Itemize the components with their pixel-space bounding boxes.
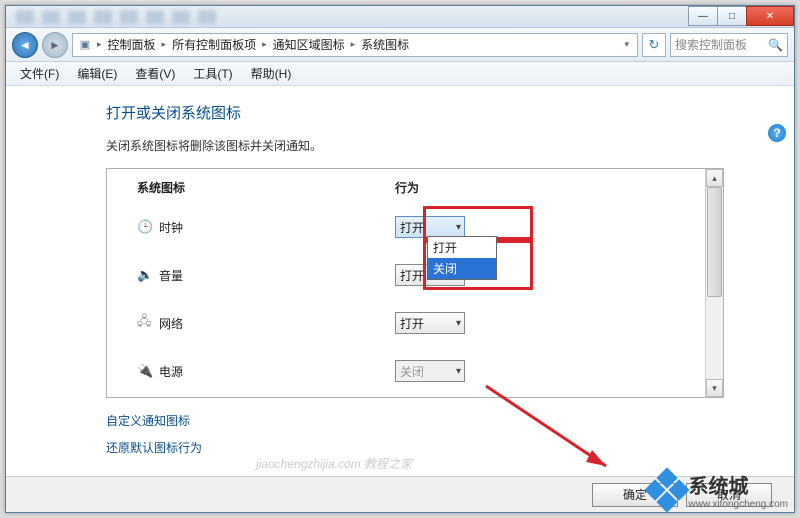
row-label: 网络 (159, 315, 395, 332)
crumb-sep-icon[interactable]: ▸ (160, 39, 169, 50)
content-area: ? 打开或关闭系统图标 关闭系统图标将删除该图标并关闭通知。 系统图标 行为 🕒… (6, 86, 794, 476)
row-label: 电源 (159, 363, 395, 380)
row-power: 🔌 电源 关闭 (137, 356, 705, 386)
watermark-url: www.xitongcheng.com (689, 499, 789, 510)
row-volume: 🔈 音量 打开 (137, 260, 705, 290)
header-behavior: 行为 (395, 179, 419, 196)
forward-button[interactable]: ► (42, 32, 68, 58)
row-label: 音量 (159, 267, 395, 284)
page-title: 打开或关闭系统图标 (106, 102, 724, 123)
window-buttons: — □ ✕ (689, 6, 794, 26)
close-button[interactable]: ✕ (746, 6, 794, 26)
address-bar[interactable]: ▣ ▸ 控制面板 ▸ 所有控制面板项 ▸ 通知区域图标 ▸ 系统图标 ▾ (72, 33, 638, 57)
combo-clock[interactable]: 打开 (395, 216, 465, 238)
dropdown-option-close[interactable]: 关闭 (428, 258, 496, 279)
row-clock: 🕒 时钟 打开 (137, 212, 705, 242)
crumb-control-panel[interactable]: 控制面板 (106, 36, 158, 53)
header-system-icon: 系统图标 (137, 179, 395, 196)
dropdown-list: 打开 关闭 (427, 236, 497, 280)
menubar: 文件(F) 编辑(E) 查看(V) 工具(T) 帮助(H) (6, 62, 794, 86)
titlebar-blur (6, 6, 526, 28)
page-subtitle: 关闭系统图标将删除该图标并关闭通知。 (106, 137, 724, 154)
watermark: 系统城 www.xitongcheng.com (651, 470, 789, 510)
search-placeholder: 搜索控制面板 (675, 36, 747, 53)
control-panel-window: — □ ✕ ◄ ► ▣ ▸ 控制面板 ▸ 所有控制面板项 ▸ 通知区域图标 ▸ … (5, 5, 795, 513)
address-dropdown-icon[interactable]: ▾ (620, 39, 633, 50)
column-headers: 系统图标 行为 (137, 179, 705, 196)
power-icon: 🔌 (137, 363, 159, 379)
minimize-button[interactable]: — (688, 6, 718, 26)
system-icons-list: 系统图标 行为 🕒 时钟 打开 🔈 音量 打开 🖧 网络 打开 (106, 168, 724, 398)
crumb-notification-area[interactable]: 通知区域图标 (271, 36, 347, 53)
links-area: 自定义通知图标 还原默认图标行为 (106, 412, 724, 456)
clock-icon: 🕒 (137, 219, 159, 235)
scroll-down-button[interactable]: ▾ (706, 379, 723, 397)
scroll-thumb[interactable] (707, 187, 722, 297)
network-icon: 🖧 (137, 312, 159, 334)
menu-edit[interactable]: 编辑(E) (69, 63, 125, 84)
back-button[interactable]: ◄ (12, 32, 38, 58)
crumb-all-items[interactable]: 所有控制面板项 (170, 36, 258, 53)
volume-icon: 🔈 (137, 267, 159, 283)
watermark-logo-icon (644, 467, 689, 512)
crumb-system-icons[interactable]: 系统图标 (359, 36, 411, 53)
watermark-brand: 系统城 (689, 470, 789, 499)
watermark-faint: jiaochengzhijia.com 教程之家 (256, 455, 412, 472)
row-network: 🖧 网络 打开 (137, 308, 705, 338)
maximize-button[interactable]: □ (717, 6, 747, 26)
refresh-button[interactable]: ↻ (642, 33, 666, 57)
link-customize-icons[interactable]: 自定义通知图标 (106, 412, 724, 429)
menu-file[interactable]: 文件(F) (12, 63, 67, 84)
link-restore-defaults[interactable]: 还原默认图标行为 (106, 439, 724, 456)
navbar: ◄ ► ▣ ▸ 控制面板 ▸ 所有控制面板项 ▸ 通知区域图标 ▸ 系统图标 ▾… (6, 28, 794, 62)
list-inner: 系统图标 行为 🕒 时钟 打开 🔈 音量 打开 🖧 网络 打开 (107, 169, 705, 397)
titlebar: — □ ✕ (6, 6, 794, 28)
search-box[interactable]: 搜索控制面板 🔍 (670, 33, 788, 57)
crumb-sep-icon[interactable]: ▸ (260, 39, 269, 50)
scroll-up-button[interactable]: ▴ (706, 169, 723, 187)
crumb-sep-icon[interactable]: ▸ (349, 39, 358, 50)
menu-help[interactable]: 帮助(H) (243, 63, 300, 84)
combo-network[interactable]: 打开 (395, 312, 465, 334)
menu-tools[interactable]: 工具(T) (185, 63, 240, 84)
help-icon[interactable]: ? (768, 124, 786, 142)
menu-view[interactable]: 查看(V) (127, 63, 183, 84)
crumb-sep-icon[interactable]: ▸ (95, 39, 104, 50)
dropdown-option-open[interactable]: 打开 (428, 237, 496, 258)
search-icon: 🔍 (768, 38, 783, 52)
scrollbar[interactable]: ▴ ▾ (705, 169, 723, 397)
row-label: 时钟 (159, 219, 395, 236)
computer-icon: ▣ (77, 37, 93, 53)
combo-power[interactable]: 关闭 (395, 360, 465, 382)
